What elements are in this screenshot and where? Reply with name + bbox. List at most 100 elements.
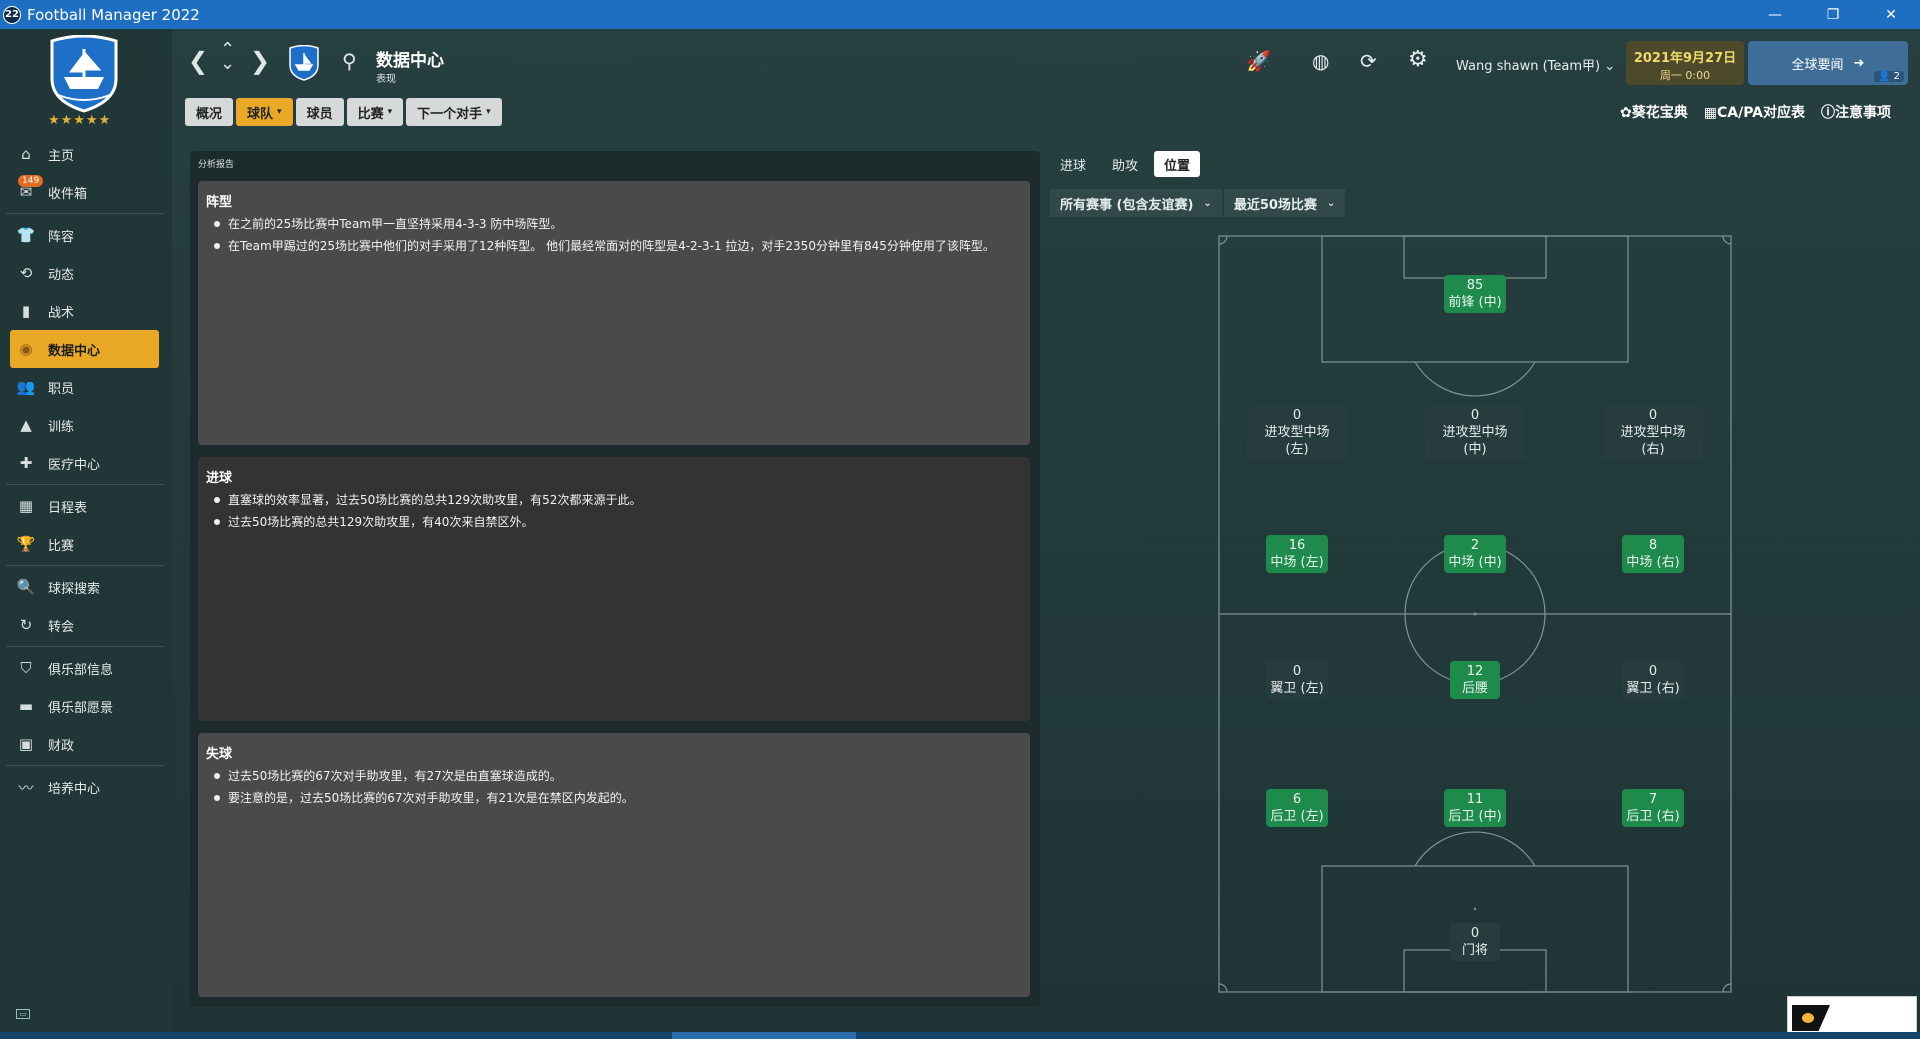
pitch-lines — [1218, 235, 1732, 993]
sidebar-item-dynamics[interactable]: ⟲ 动态 — [0, 254, 165, 292]
position-label: 进攻型中场 (左) — [1264, 425, 1330, 457]
position-dc[interactable]: 11 后卫 (中) — [1425, 789, 1525, 827]
back-icon[interactable]: ❮ — [188, 47, 208, 75]
arrow-right-icon: ➜ — [1853, 55, 1865, 71]
tab-assists[interactable]: 助攻 — [1102, 151, 1148, 177]
report-bullet: 过去50场比赛的总共129次助攻里，有40次来自禁区外。 — [206, 514, 1022, 530]
position-wbl[interactable]: 0 翼卫 (左) — [1247, 661, 1347, 699]
sidebar-item-competitions[interactable]: 🏆 比赛 — [0, 525, 165, 563]
data-hub-icon: ◉ — [19, 340, 33, 358]
squad-icon: 👕 — [16, 226, 36, 244]
card-heading: 进球 — [206, 471, 233, 486]
quick-link-notes[interactable]: ⓘ注意事项 — [1821, 102, 1891, 122]
sidebar-item-training[interactable]: ▲ 训练 — [0, 406, 165, 444]
club-badge-icon[interactable] — [288, 45, 320, 81]
tab-positions[interactable]: 位置 — [1154, 151, 1201, 177]
position-st[interactable]: 85 前锋 (中) — [1430, 275, 1520, 313]
date-button[interactable]: 2021年9月27日 周一 0:00 — [1626, 41, 1744, 85]
chevron-down-icon: ▾ — [486, 107, 491, 117]
globe-icon[interactable]: ◍ — [1312, 49, 1329, 73]
up-down-icon[interactable]: ⌃ ⌄ — [220, 41, 235, 73]
range-filter-dropdown[interactable]: 最近50场比赛 ⌄ — [1223, 189, 1346, 217]
window-title: Football Manager 2022 — [27, 5, 200, 24]
world-news-button[interactable]: 全球要闻 ➜ 👤 2 — [1748, 41, 1908, 85]
tab-goals[interactable]: 进球 — [1050, 151, 1096, 177]
sidebar-item-tactics[interactable]: ▮ 战术 — [0, 292, 165, 330]
sidebar-item-club-vision[interactable]: ▬ 俱乐部愿景 — [0, 687, 165, 725]
position-label: 门将 — [1461, 943, 1488, 958]
position-aml[interactable]: 0 进攻型中场 (左) — [1247, 405, 1347, 460]
competition-filter-dropdown[interactable]: 所有赛事 (包含友谊赛) ⌄ — [1050, 189, 1222, 217]
position-dl[interactable]: 6 后卫 (左) — [1247, 789, 1347, 827]
close-button[interactable]: ✕ — [1862, 0, 1920, 29]
filters: 所有赛事 (包含友谊赛) ⌄ 最近50场比赛 ⌄ — [1050, 189, 1346, 217]
quick-link-ca-pa[interactable]: ▦CA/PA对应表 — [1704, 102, 1805, 122]
tab-team[interactable]: 球队 ▾ — [236, 98, 293, 126]
sidebar-item-label: 医疗中心 — [48, 457, 101, 473]
sidebar-item-label: 主页 — [48, 148, 75, 164]
position-value: 6 — [1292, 792, 1302, 807]
position-label: 中场 (右) — [1626, 555, 1680, 570]
sidebar-item-staff[interactable]: 👥 职员 — [0, 368, 165, 406]
position-gk[interactable]: 0 门将 — [1430, 923, 1520, 961]
position-dr[interactable]: 7 后卫 (右) — [1603, 789, 1703, 827]
club-rating-stars: ★★★★★ — [48, 113, 112, 128]
position-label: 中场 (左) — [1270, 555, 1324, 570]
sidebar-item-label: 阵容 — [48, 229, 75, 245]
tab-players[interactable]: 球员 — [295, 98, 344, 126]
divider — [6, 646, 164, 647]
sidebar-item-finances[interactable]: ▣ 财政 — [0, 725, 165, 763]
tab-overview[interactable]: 概况 — [185, 98, 234, 126]
position-mr[interactable]: 8 中场 (右) — [1603, 535, 1703, 573]
sidebar-item-inbox[interactable]: ✉ 149 收件箱 — [0, 173, 165, 211]
keyboard-icon[interactable]: ▭ — [16, 1009, 30, 1019]
gear-icon[interactable]: ⚙ — [1408, 47, 1428, 72]
position-value: 0 — [1470, 926, 1480, 941]
chevron-down-icon: ▾ — [277, 107, 282, 117]
training-icon: ▲ — [20, 416, 32, 434]
club-info-icon: ⛉ — [20, 659, 32, 677]
forward-icon[interactable]: ❯ — [250, 47, 270, 75]
filter-value: 最近50场比赛 — [1233, 197, 1317, 213]
sidebar-item-medical[interactable]: ✚ 医疗中心 — [0, 444, 165, 482]
position-label: 后卫 (右) — [1626, 809, 1680, 824]
minimize-button[interactable]: — — [1746, 0, 1804, 29]
tab-matches[interactable]: 比赛 ▾ — [346, 98, 404, 126]
position-label: 后腰 — [1461, 681, 1488, 696]
sidebar-item-transfers[interactable]: ↻ 转会 — [0, 606, 165, 644]
sidebar-nav: ⌂ 主页 ✉ 149 收件箱 👕 阵容 ⟲ 动态 ▮ 战术 ◉ 数据中心 👥 职… — [0, 135, 165, 806]
rocket-icon[interactable]: 🚀 — [1246, 49, 1271, 73]
transfers-icon: ↻ — [19, 616, 33, 634]
tab-next-opponent[interactable]: 下一个对手 ▾ — [406, 98, 502, 126]
sidebar-item-development[interactable]: 〰 培养中心 — [0, 768, 165, 806]
club-crest-icon[interactable] — [48, 35, 120, 113]
restore-button[interactable]: ❐ — [1804, 0, 1862, 29]
sidebar-item-label: 收件箱 — [48, 186, 88, 202]
position-dm[interactable]: 12 后腰 — [1425, 661, 1525, 699]
card-heading: 阵型 — [206, 195, 233, 210]
refresh-icon[interactable]: ⟳ — [1360, 49, 1377, 73]
position-amr[interactable]: 0 进攻型中场 (右) — [1603, 405, 1703, 460]
sidebar-item-data-hub[interactable]: ◉ 数据中心 — [10, 330, 159, 368]
user-menu[interactable]: Wang shawn (Team甲) ⌄ — [1456, 55, 1615, 74]
news-count: 2 — [1893, 71, 1900, 82]
position-mc[interactable]: 2 中场 (中) — [1425, 535, 1525, 573]
user-name: Wang shawn (Team甲) — [1456, 59, 1601, 74]
sidebar-item-club-info[interactable]: ⛉ 俱乐部信息 — [0, 649, 165, 687]
analysis-report-panel: 分析报告 阵型 在之前的25场比赛中Team甲一直坚持采用4-3-3 防中场阵型… — [190, 151, 1040, 1007]
sidebar-item-label: 俱乐部愿景 — [48, 700, 114, 716]
search-icon[interactable]: ⚲ — [342, 49, 357, 73]
position-ml[interactable]: 16 中场 (左) — [1247, 535, 1347, 573]
sidebar-item-label: 数据中心 — [48, 343, 101, 359]
overlay-widget[interactable] — [1787, 996, 1917, 1036]
quick-link-guide[interactable]: ✿葵花宝典 — [1620, 102, 1688, 122]
sidebar-item-home[interactable]: ⌂ 主页 — [0, 135, 165, 173]
sidebar-item-scouting[interactable]: 🔍 球探搜索 — [0, 568, 165, 606]
chevron-down-icon: ⌄ — [1604, 59, 1616, 74]
sidebar-item-schedule[interactable]: ▦ 日程表 — [0, 487, 165, 525]
position-amc[interactable]: 0 进攻型中场 (中) — [1425, 405, 1525, 460]
sidebar-item-squad[interactable]: 👕 阵容 — [0, 216, 165, 254]
position-value: 8 — [1648, 538, 1658, 553]
position-wbr[interactable]: 0 翼卫 (右) — [1603, 661, 1703, 699]
position-label: 中场 (中) — [1448, 555, 1502, 570]
